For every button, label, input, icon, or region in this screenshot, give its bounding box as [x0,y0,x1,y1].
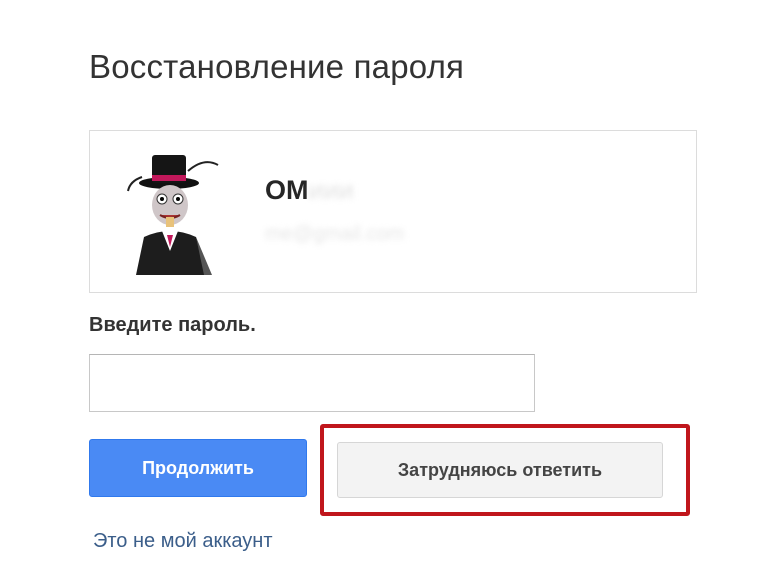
top-hat-character-avatar-icon [127,155,219,275]
account-name-visible-rest: M [286,175,309,205]
password-input[interactable] [89,354,535,412]
continue-button[interactable]: Продолжить [89,439,307,497]
account-card: ОMиии me@gmail.com [89,130,697,293]
not-my-account-link[interactable]: Это не мой аккаунт [93,530,272,553]
account-name-blurred: иии [308,175,354,205]
account-name: ОMиии [265,175,354,206]
password-label: Введите пароль. [89,314,256,336]
dont-know-button[interactable]: Затрудняюсь ответить [337,442,663,498]
account-email: me@gmail.com [265,223,405,245]
page-title: Восстановление пароля [89,48,465,85]
account-name-visible: О [265,175,287,205]
